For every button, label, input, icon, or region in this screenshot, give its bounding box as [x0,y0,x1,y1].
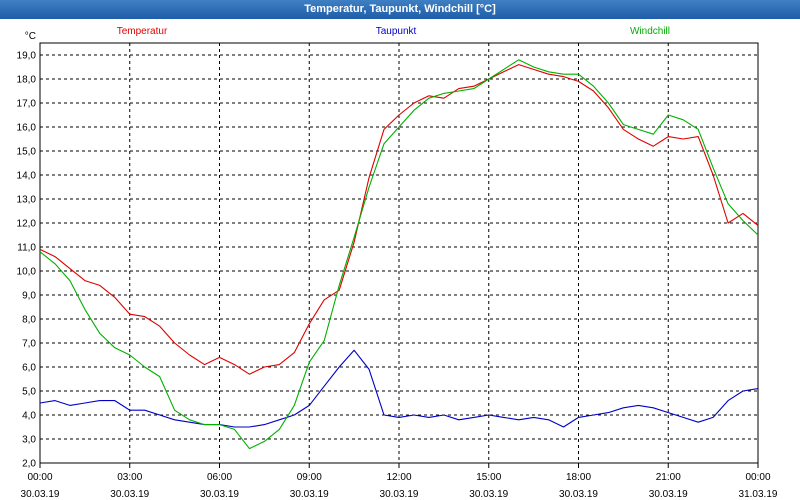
x-tick-time: 12:00 [386,472,411,483]
legend-item-temperatur: Temperatur [117,26,168,37]
y-tick-label: 5,0 [22,387,36,398]
chart-window: Temperatur, Taupunkt, Windchill [°C] 2,0… [0,0,800,500]
y-tick-label: 16,0 [17,123,37,134]
y-tick-label: 6,0 [22,363,36,374]
y-tick-label: 15,0 [17,147,37,158]
grid [39,43,759,464]
y-tick-label: 14,0 [17,171,37,182]
x-tick-time: 06:00 [207,472,232,483]
legend-item-taupunkt: Taupunkt [376,26,417,37]
x-tick-date: 31.03.19 [739,489,778,500]
x-tick-date: 30.03.19 [649,489,688,500]
x-tick-date: 30.03.19 [200,489,239,500]
y-tick-label: 4,0 [22,411,36,422]
y-tick-label: 3,0 [22,435,36,446]
y-tick-label: 19,0 [17,51,37,62]
y-tick-label: 7,0 [22,339,36,350]
x-tick-time: 00:00 [27,472,52,483]
y-tick-label: 18,0 [17,75,37,86]
x-tick-date: 30.03.19 [21,489,60,500]
tick-labels: 2,0 3,0 4,0 5,0 6,0 7,0 8,0 9,0 10,0 11,0 12,0 13,0… [17,31,778,500]
y-tick-label: 17,0 [17,99,37,110]
chart-plot: 2,0 3,0 4,0 5,0 6,0 7,0 8,0 9,0 10,0 11,0 12,0 13,0… [17,26,778,500]
x-tick-time: 09:00 [297,472,322,483]
legend-item-windchill: Windchill [630,26,670,37]
y-tick-label: 12,0 [17,219,37,230]
x-tick-time: 03:00 [117,472,142,483]
x-tick-date: 30.03.19 [559,489,598,500]
x-tick-time: 18:00 [566,472,591,483]
legend: Temperatur Taupunkt Windchill [117,26,670,37]
y-axis-label: °C [25,31,36,42]
y-tick-label: 10,0 [17,267,37,278]
y-tick-label: 13,0 [17,195,37,206]
y-tick-label: 8,0 [22,315,36,326]
x-tick-date: 30.03.19 [380,489,419,500]
x-tick-time: 15:00 [476,472,501,483]
x-tick-date: 30.03.19 [110,489,149,500]
x-tick-date: 30.03.19 [469,489,508,500]
y-tick-label: 11,0 [17,243,36,254]
y-tick-label: 2,0 [22,459,36,470]
x-tick-time: 00:00 [745,472,770,483]
y-tick-label: 9,0 [22,291,36,302]
x-tick-time: 21:00 [656,472,681,483]
window-title: Temperatur, Taupunkt, Windchill [°C] [0,0,800,19]
x-tick-date: 30.03.19 [290,489,329,500]
